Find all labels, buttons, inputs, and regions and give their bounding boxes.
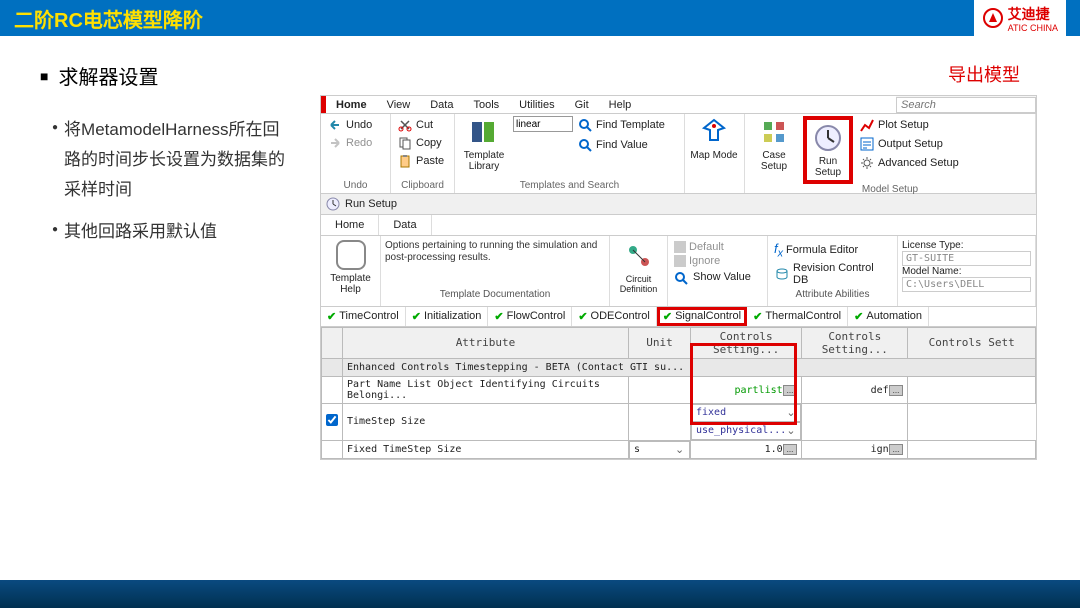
ellipsis-button[interactable]: ... bbox=[783, 444, 798, 455]
cell-fixed[interactable]: fixed bbox=[696, 407, 726, 418]
paste-button[interactable]: Paste bbox=[395, 152, 450, 170]
ctab-timecontrol[interactable]: ✔TimeControl bbox=[321, 307, 406, 326]
tab-tools[interactable]: Tools bbox=[463, 96, 509, 113]
search-linear-input[interactable] bbox=[513, 116, 573, 132]
check-icon: ✔ bbox=[494, 310, 503, 323]
col-attribute[interactable]: Attribute bbox=[343, 327, 629, 358]
tab-git[interactable]: Git bbox=[565, 96, 599, 113]
model-name-value: C:\Users\DELL bbox=[902, 277, 1031, 292]
ribbon-tabs: Home View Data Tools Utilities Git Help bbox=[321, 96, 1036, 114]
subtab-data[interactable]: Data bbox=[379, 215, 431, 235]
tab-view[interactable]: View bbox=[377, 96, 421, 113]
notes-pane: 求解器设置 将MetamodelHarness所在回路的时间步长设置为数据集的采… bbox=[40, 61, 290, 460]
check-icon: ✔ bbox=[663, 310, 672, 323]
template-help-icon[interactable] bbox=[336, 240, 366, 270]
subtab-home[interactable]: Home bbox=[321, 215, 379, 235]
search-box[interactable] bbox=[896, 96, 1036, 113]
ctab-initialization[interactable]: ✔Initialization bbox=[406, 307, 489, 326]
ctab-automation[interactable]: ✔Automation bbox=[848, 307, 929, 326]
col-unit[interactable]: Unit bbox=[629, 327, 691, 358]
bullet-item: 将MetamodelHarness所在回路的时间步长设置为数据集的采样时间 bbox=[52, 115, 290, 205]
ignore-button[interactable]: Ignore bbox=[672, 254, 763, 268]
cell-partlist[interactable]: partlist bbox=[734, 385, 782, 396]
license-type-label: License Type: bbox=[902, 240, 964, 251]
row-timestep-label: TimeStep Size bbox=[343, 403, 629, 440]
output-setup-button[interactable]: Output Setup bbox=[857, 135, 961, 153]
cell-unit-s[interactable]: s bbox=[634, 444, 640, 455]
tab-home[interactable]: Home bbox=[326, 96, 377, 113]
app-window: Home View Data Tools Utilities Git Help … bbox=[320, 95, 1037, 460]
group-clipboard-label: Clipboard bbox=[395, 180, 450, 191]
model-name-label: Model Name: bbox=[902, 266, 961, 277]
redo-button[interactable]: Redo bbox=[325, 134, 386, 152]
col-cs3[interactable]: Controls Sett bbox=[908, 327, 1036, 358]
col-cs1[interactable]: Controls Setting... bbox=[691, 327, 802, 358]
check-icon: ✔ bbox=[412, 310, 421, 323]
attribute-grid: Attribute Unit Controls Setting... Contr… bbox=[321, 327, 1036, 460]
chevron-down-icon[interactable]: ⌄ bbox=[786, 424, 796, 437]
row-checkbox[interactable] bbox=[326, 414, 338, 426]
chevron-down-icon[interactable]: ⌄ bbox=[786, 406, 796, 419]
cell-usephysical[interactable]: use_physical... bbox=[696, 425, 786, 436]
tab-data[interactable]: Data bbox=[420, 96, 463, 113]
ctab-signalcontrol[interactable]: ✔SignalControl bbox=[657, 307, 747, 326]
section-heading: 求解器设置 bbox=[40, 61, 290, 90]
ctab-thermalcontrol[interactable]: ✔ThermalControl bbox=[747, 307, 848, 326]
ctab-flowcontrol[interactable]: ✔FlowControl bbox=[488, 307, 572, 326]
template-doc-label: Template Documentation bbox=[385, 287, 605, 302]
ellipsis-button[interactable]: ... bbox=[889, 385, 904, 396]
case-setup-button[interactable]: Case Setup bbox=[749, 116, 799, 172]
find-value-button[interactable]: Find Value bbox=[575, 136, 650, 154]
undo-button[interactable]: Undo bbox=[325, 116, 386, 134]
show-value-button[interactable]: Show Value bbox=[672, 268, 763, 286]
slide-footer bbox=[0, 580, 1080, 608]
check-icon: ✔ bbox=[578, 310, 587, 323]
check-icon: ✔ bbox=[753, 310, 762, 323]
options-description: Options pertaining to running the simula… bbox=[385, 240, 605, 264]
circuit-definition-icon[interactable] bbox=[623, 240, 655, 272]
check-icon: ✔ bbox=[854, 310, 863, 323]
ctab-odecontrol[interactable]: ✔ODEControl bbox=[572, 307, 657, 326]
plot-setup-button[interactable]: Plot Setup bbox=[857, 116, 961, 134]
default-button[interactable]: Default bbox=[672, 240, 763, 254]
formula-editor-button[interactable]: fxFormula Editor bbox=[772, 240, 893, 261]
ellipsis-button[interactable]: ... bbox=[783, 385, 798, 396]
bullet-item: 其他回路采用默认值 bbox=[52, 217, 290, 247]
row-fixedts-label: Fixed TimeStep Size bbox=[343, 440, 629, 459]
group-undo-label: Undo bbox=[325, 180, 386, 191]
template-help-label: Template Help bbox=[325, 273, 376, 295]
run-setup-button[interactable]: Run Setup bbox=[803, 116, 853, 184]
map-mode-button[interactable]: Map Mode bbox=[689, 116, 739, 161]
chevron-down-icon[interactable]: ⌄ bbox=[675, 443, 685, 456]
group-templates-label: Templates and Search bbox=[459, 180, 680, 191]
company-logo: 艾迪捷ATIC CHINA bbox=[974, 0, 1066, 36]
group-model-label: Model Setup bbox=[749, 184, 1031, 195]
col-cs2[interactable]: Controls Setting... bbox=[802, 327, 908, 358]
find-template-button[interactable]: Find Template bbox=[575, 116, 667, 134]
revision-control-button[interactable]: Revision Control DB bbox=[772, 261, 893, 287]
cell-1-0[interactable]: 1.0 bbox=[765, 444, 783, 455]
slide-header: 二阶RC电芯模型降阶 艾迪捷ATIC CHINA bbox=[0, 0, 1080, 36]
cell-def[interactable]: def bbox=[871, 385, 889, 396]
tab-help[interactable]: Help bbox=[599, 96, 642, 113]
export-label: 导出模型 bbox=[320, 61, 1080, 87]
ellipsis-button[interactable]: ... bbox=[889, 444, 904, 455]
run-setup-header: Run Setup bbox=[321, 194, 1036, 215]
cut-button[interactable]: Cut bbox=[395, 116, 450, 134]
advanced-setup-button[interactable]: Advanced Setup bbox=[857, 154, 961, 172]
clock-icon bbox=[325, 196, 341, 212]
row-partname-label: Part Name List Object Identifying Circui… bbox=[343, 376, 629, 403]
section-label: Enhanced Controls Timestepping - BETA (C… bbox=[343, 358, 1036, 376]
slide-title: 二阶RC电芯模型降阶 bbox=[14, 4, 203, 33]
check-icon: ✔ bbox=[327, 310, 336, 323]
template-library-button[interactable]: Template Library bbox=[459, 116, 509, 172]
tab-utilities[interactable]: Utilities bbox=[509, 96, 564, 113]
copy-button[interactable]: Copy bbox=[395, 134, 450, 152]
attribute-abilities-label: Attribute Abilities bbox=[772, 287, 893, 302]
cell-ign[interactable]: ign bbox=[871, 444, 889, 455]
license-type-value: GT-SUITE bbox=[902, 251, 1031, 266]
